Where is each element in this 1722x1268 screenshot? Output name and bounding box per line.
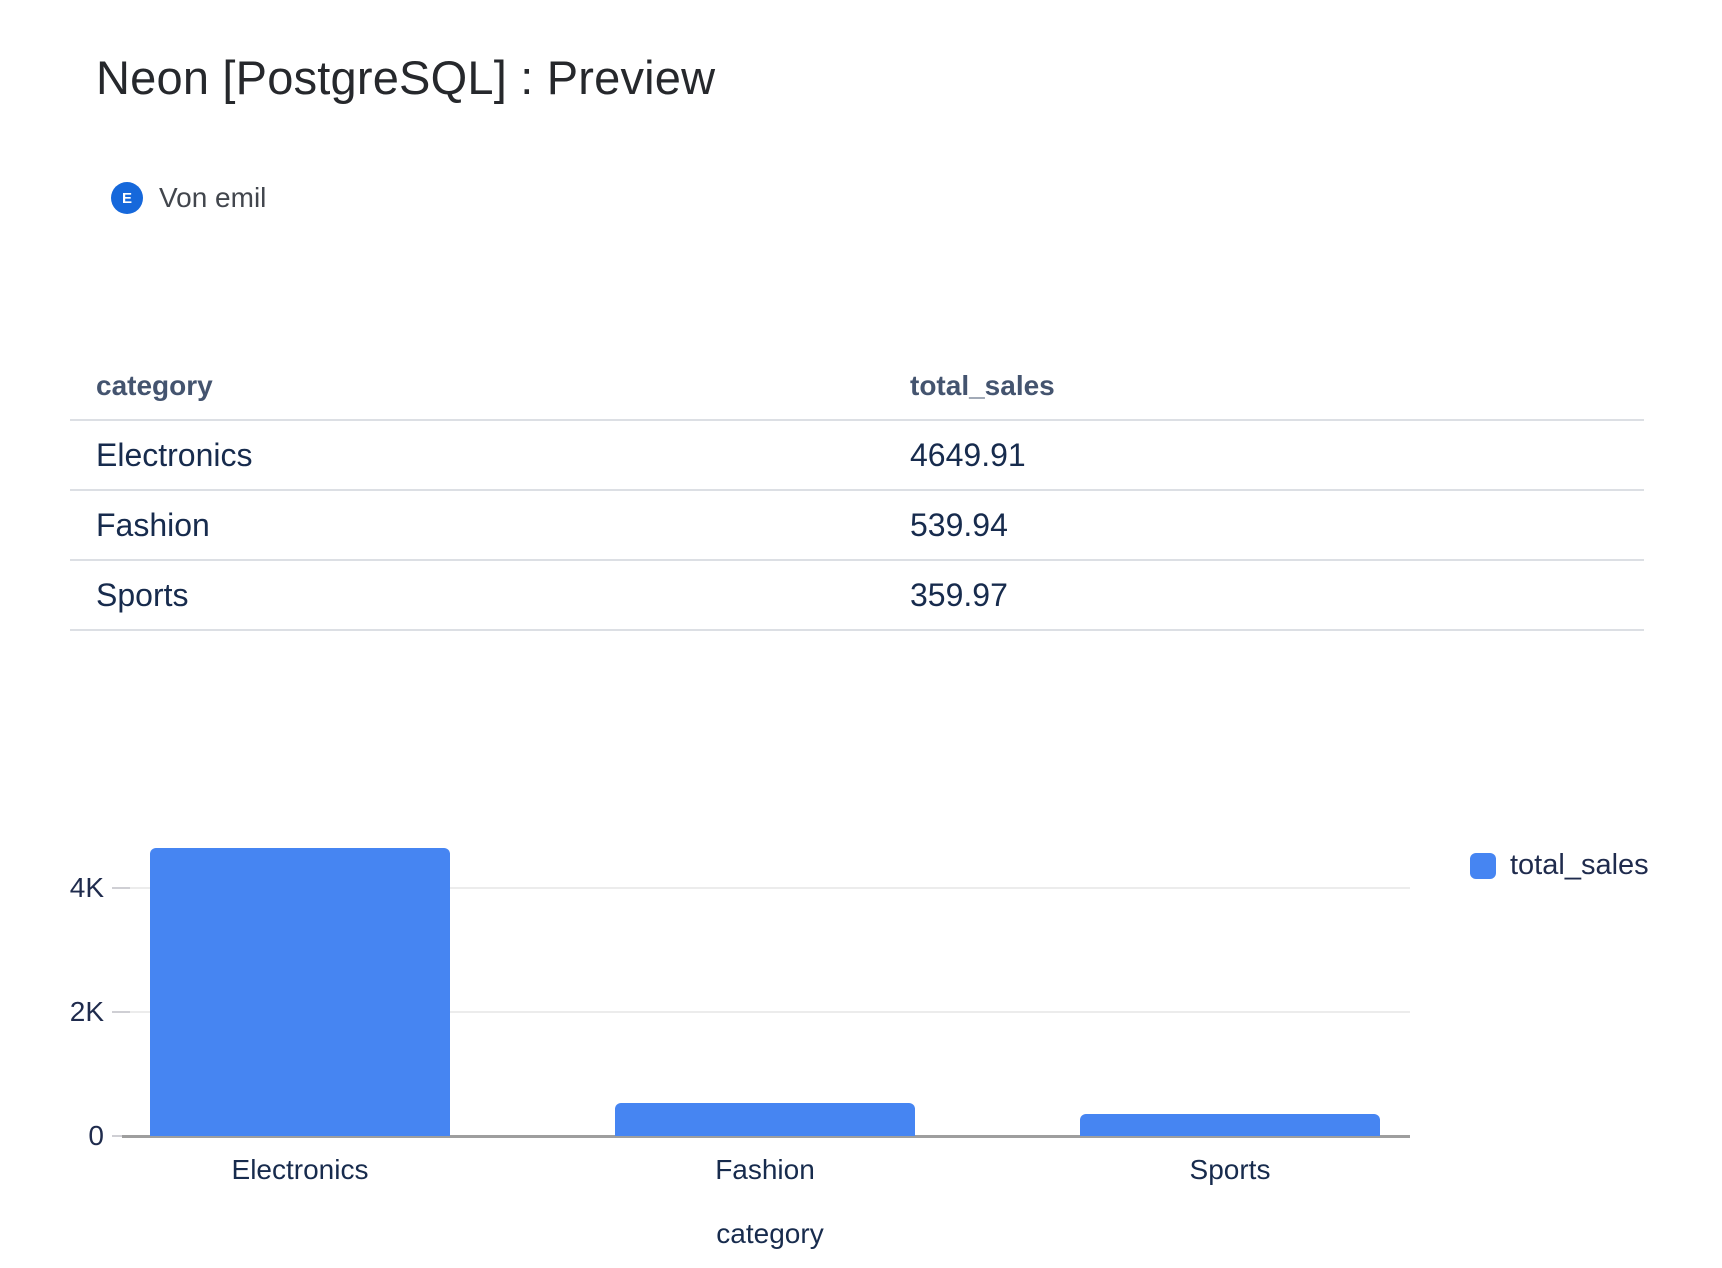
- x-axis-label: Sports: [1080, 1154, 1380, 1186]
- bar-fashion: [615, 1103, 915, 1136]
- chart-legend: total_sales: [1470, 849, 1649, 882]
- bar-chart: 0 2K 4K Electronics Fashion Sports category tot…: [0, 740, 1722, 1268]
- y-axis-label: 4K: [40, 872, 104, 904]
- table-header-row: category total_sales: [70, 352, 1644, 421]
- table-row: Sports 359.97: [70, 561, 1644, 631]
- y-axis-label: 0: [40, 1120, 104, 1152]
- avatar-initial: E: [122, 190, 132, 207]
- byline: E Von emil: [111, 182, 266, 214]
- cell-category: Electronics: [96, 421, 253, 489]
- legend-label: total_sales: [1510, 849, 1649, 882]
- column-header-category: category: [96, 352, 213, 419]
- page-title: Neon [PostgreSQL] : Preview: [96, 50, 715, 105]
- bar-sports: [1080, 1114, 1380, 1136]
- y-axis-tick: [112, 887, 130, 889]
- table-row: Fashion 539.94: [70, 491, 1644, 561]
- legend-swatch: [1470, 853, 1496, 879]
- table-row: Electronics 4649.91: [70, 421, 1644, 491]
- x-axis-title: category: [130, 1218, 1410, 1250]
- cell-total-sales: 4649.91: [910, 421, 1026, 489]
- x-axis-label: Electronics: [150, 1154, 450, 1186]
- byline-author: Von emil: [159, 182, 266, 214]
- y-axis-tick: [112, 1011, 130, 1013]
- cell-total-sales: 359.97: [910, 561, 1008, 629]
- y-axis-label: 2K: [40, 996, 104, 1028]
- cell-category: Fashion: [96, 491, 210, 559]
- results-table: category total_sales Electronics 4649.91…: [70, 352, 1644, 631]
- bar-electronics: [150, 848, 450, 1136]
- avatar: E: [111, 182, 143, 214]
- cell-category: Sports: [96, 561, 188, 629]
- cell-total-sales: 539.94: [910, 491, 1008, 559]
- x-axis-label: Fashion: [615, 1154, 915, 1186]
- column-header-total-sales: total_sales: [910, 352, 1055, 419]
